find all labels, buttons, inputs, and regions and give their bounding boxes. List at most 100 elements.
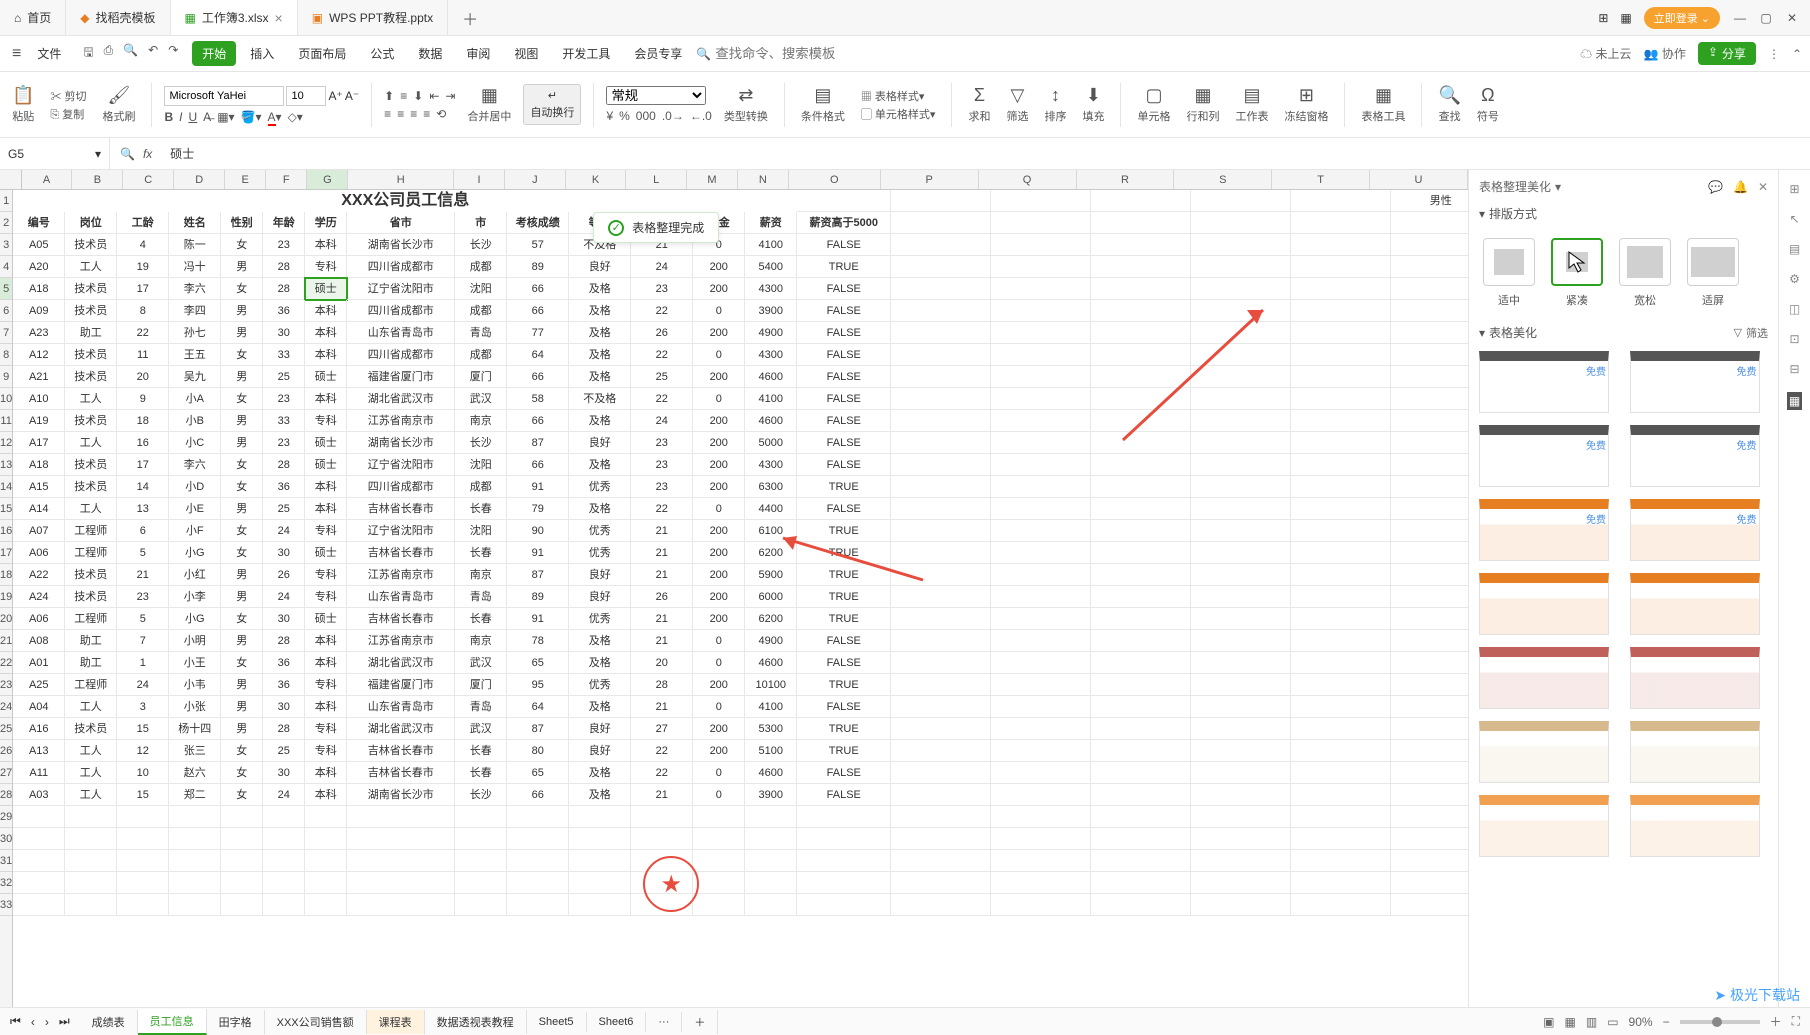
cell[interactable]: 硕士 [305, 278, 347, 300]
cell[interactable] [1391, 850, 1468, 872]
cell[interactable] [745, 806, 797, 828]
cell[interactable]: 小红 [169, 564, 221, 586]
cell[interactable] [1191, 630, 1291, 652]
cell[interactable] [1391, 696, 1468, 718]
cell[interactable] [169, 806, 221, 828]
cell[interactable]: TRUE [797, 740, 891, 762]
row-header[interactable]: 6 [0, 300, 12, 322]
cell[interactable]: 男 [221, 696, 263, 718]
col-header[interactable]: P [881, 170, 979, 189]
cell[interactable]: A10 [13, 388, 65, 410]
cell[interactable] [1291, 652, 1391, 674]
cell[interactable]: 男 [221, 674, 263, 696]
cell[interactable]: 及格 [569, 454, 631, 476]
cell[interactable]: 36 [263, 652, 305, 674]
cell[interactable]: 李四 [169, 300, 221, 322]
cell[interactable]: 200 [693, 740, 745, 762]
cell[interactable] [1091, 542, 1191, 564]
col-header[interactable]: K [566, 170, 627, 189]
cell[interactable] [455, 872, 507, 894]
cell[interactable] [1291, 344, 1391, 366]
cell[interactable]: 厦门 [455, 674, 507, 696]
menu-insert[interactable]: 插入 [240, 41, 284, 66]
cell[interactable]: 4600 [745, 652, 797, 674]
cell[interactable] [117, 872, 169, 894]
cell[interactable]: 年龄 [263, 212, 305, 234]
cell[interactable] [891, 498, 991, 520]
cell[interactable]: 28 [263, 718, 305, 740]
sheet-nav-next[interactable]: › [45, 1015, 49, 1029]
cell[interactable] [991, 542, 1091, 564]
cell[interactable] [891, 476, 991, 498]
cell[interactable] [991, 586, 1091, 608]
cell[interactable]: 四川省成都市 [347, 476, 455, 498]
cell[interactable] [1091, 652, 1191, 674]
theme-card[interactable]: 免费 [1479, 499, 1609, 561]
cell[interactable]: 26 [263, 564, 305, 586]
cell[interactable] [991, 454, 1091, 476]
tab-sheet-2[interactable]: 员工信息 [138, 1009, 207, 1035]
cell[interactable]: 小张 [169, 696, 221, 718]
cell[interactable]: 小A [169, 388, 221, 410]
cell[interactable] [891, 850, 991, 872]
cell[interactable]: 24 [263, 520, 305, 542]
cell[interactable]: 女 [221, 454, 263, 476]
cell[interactable]: 工人 [65, 388, 117, 410]
cell[interactable]: A18 [13, 454, 65, 476]
align-left-icon[interactable]: ≡ [384, 107, 391, 121]
cell[interactable]: 福建省厦门市 [347, 674, 455, 696]
cell[interactable]: 21 [117, 564, 169, 586]
cell[interactable]: 硕士 [305, 542, 347, 564]
cell[interactable]: 助工 [65, 630, 117, 652]
tab-workbook[interactable]: ▦工作簿3.xlsx× [171, 0, 298, 35]
row-header[interactable]: 25 [0, 718, 12, 740]
cell[interactable] [1391, 388, 1468, 410]
cell[interactable]: 赵六 [169, 762, 221, 784]
row-header[interactable]: 28 [0, 784, 12, 806]
cell[interactable]: 良好 [569, 718, 631, 740]
cell[interactable] [1291, 322, 1391, 344]
rowcol-button[interactable]: ▦行和列 [1182, 85, 1223, 124]
cell[interactable] [507, 806, 569, 828]
cell[interactable]: 长春 [455, 498, 507, 520]
cell[interactable] [1091, 894, 1191, 916]
cell[interactable]: FALSE [797, 762, 891, 784]
cell[interactable]: 女 [221, 344, 263, 366]
cell[interactable] [891, 322, 991, 344]
menu-member[interactable]: 会员专享 [624, 41, 692, 66]
login-button[interactable]: 立即登录 ⌄ [1644, 7, 1720, 29]
inc-decimal-icon[interactable]: .0→ [662, 109, 684, 123]
cell[interactable] [1291, 300, 1391, 322]
cell[interactable]: 30 [263, 608, 305, 630]
cell[interactable]: FALSE [797, 234, 891, 256]
cell[interactable]: 山东省青岛市 [347, 586, 455, 608]
cell[interactable]: 25 [631, 366, 693, 388]
cell[interactable] [305, 894, 347, 916]
strike-button[interactable]: A̶ [203, 110, 211, 124]
cell[interactable]: 吉林省长春市 [347, 542, 455, 564]
cell[interactable]: 95 [507, 674, 569, 696]
cell[interactable]: 23 [117, 586, 169, 608]
theme-card[interactable] [1479, 647, 1609, 709]
cell[interactable] [221, 850, 263, 872]
tab-sheet-6[interactable]: 数据透视表教程 [425, 1010, 527, 1034]
theme-card[interactable] [1630, 795, 1760, 857]
cell[interactable]: A06 [13, 542, 65, 564]
cell[interactable]: FALSE [797, 498, 891, 520]
cell[interactable]: FALSE [797, 278, 891, 300]
fontcolor-button[interactable]: A▾ [268, 110, 282, 124]
cell[interactable] [221, 828, 263, 850]
cell[interactable] [117, 894, 169, 916]
maximize-button[interactable]: ▢ [1758, 11, 1774, 25]
cell[interactable]: 200 [693, 366, 745, 388]
cell[interactable]: 200 [693, 410, 745, 432]
cell[interactable]: 本科 [305, 784, 347, 806]
cell[interactable]: 36 [263, 300, 305, 322]
cell[interactable]: 15 [117, 784, 169, 806]
cell[interactable]: 及格 [569, 762, 631, 784]
freeze-button[interactable]: ⊞冻结窗格 [1280, 85, 1332, 124]
cell[interactable]: 24 [263, 586, 305, 608]
border-button[interactable]: ▦▾ [217, 110, 234, 124]
cell[interactable] [991, 608, 1091, 630]
cell[interactable]: A01 [13, 652, 65, 674]
